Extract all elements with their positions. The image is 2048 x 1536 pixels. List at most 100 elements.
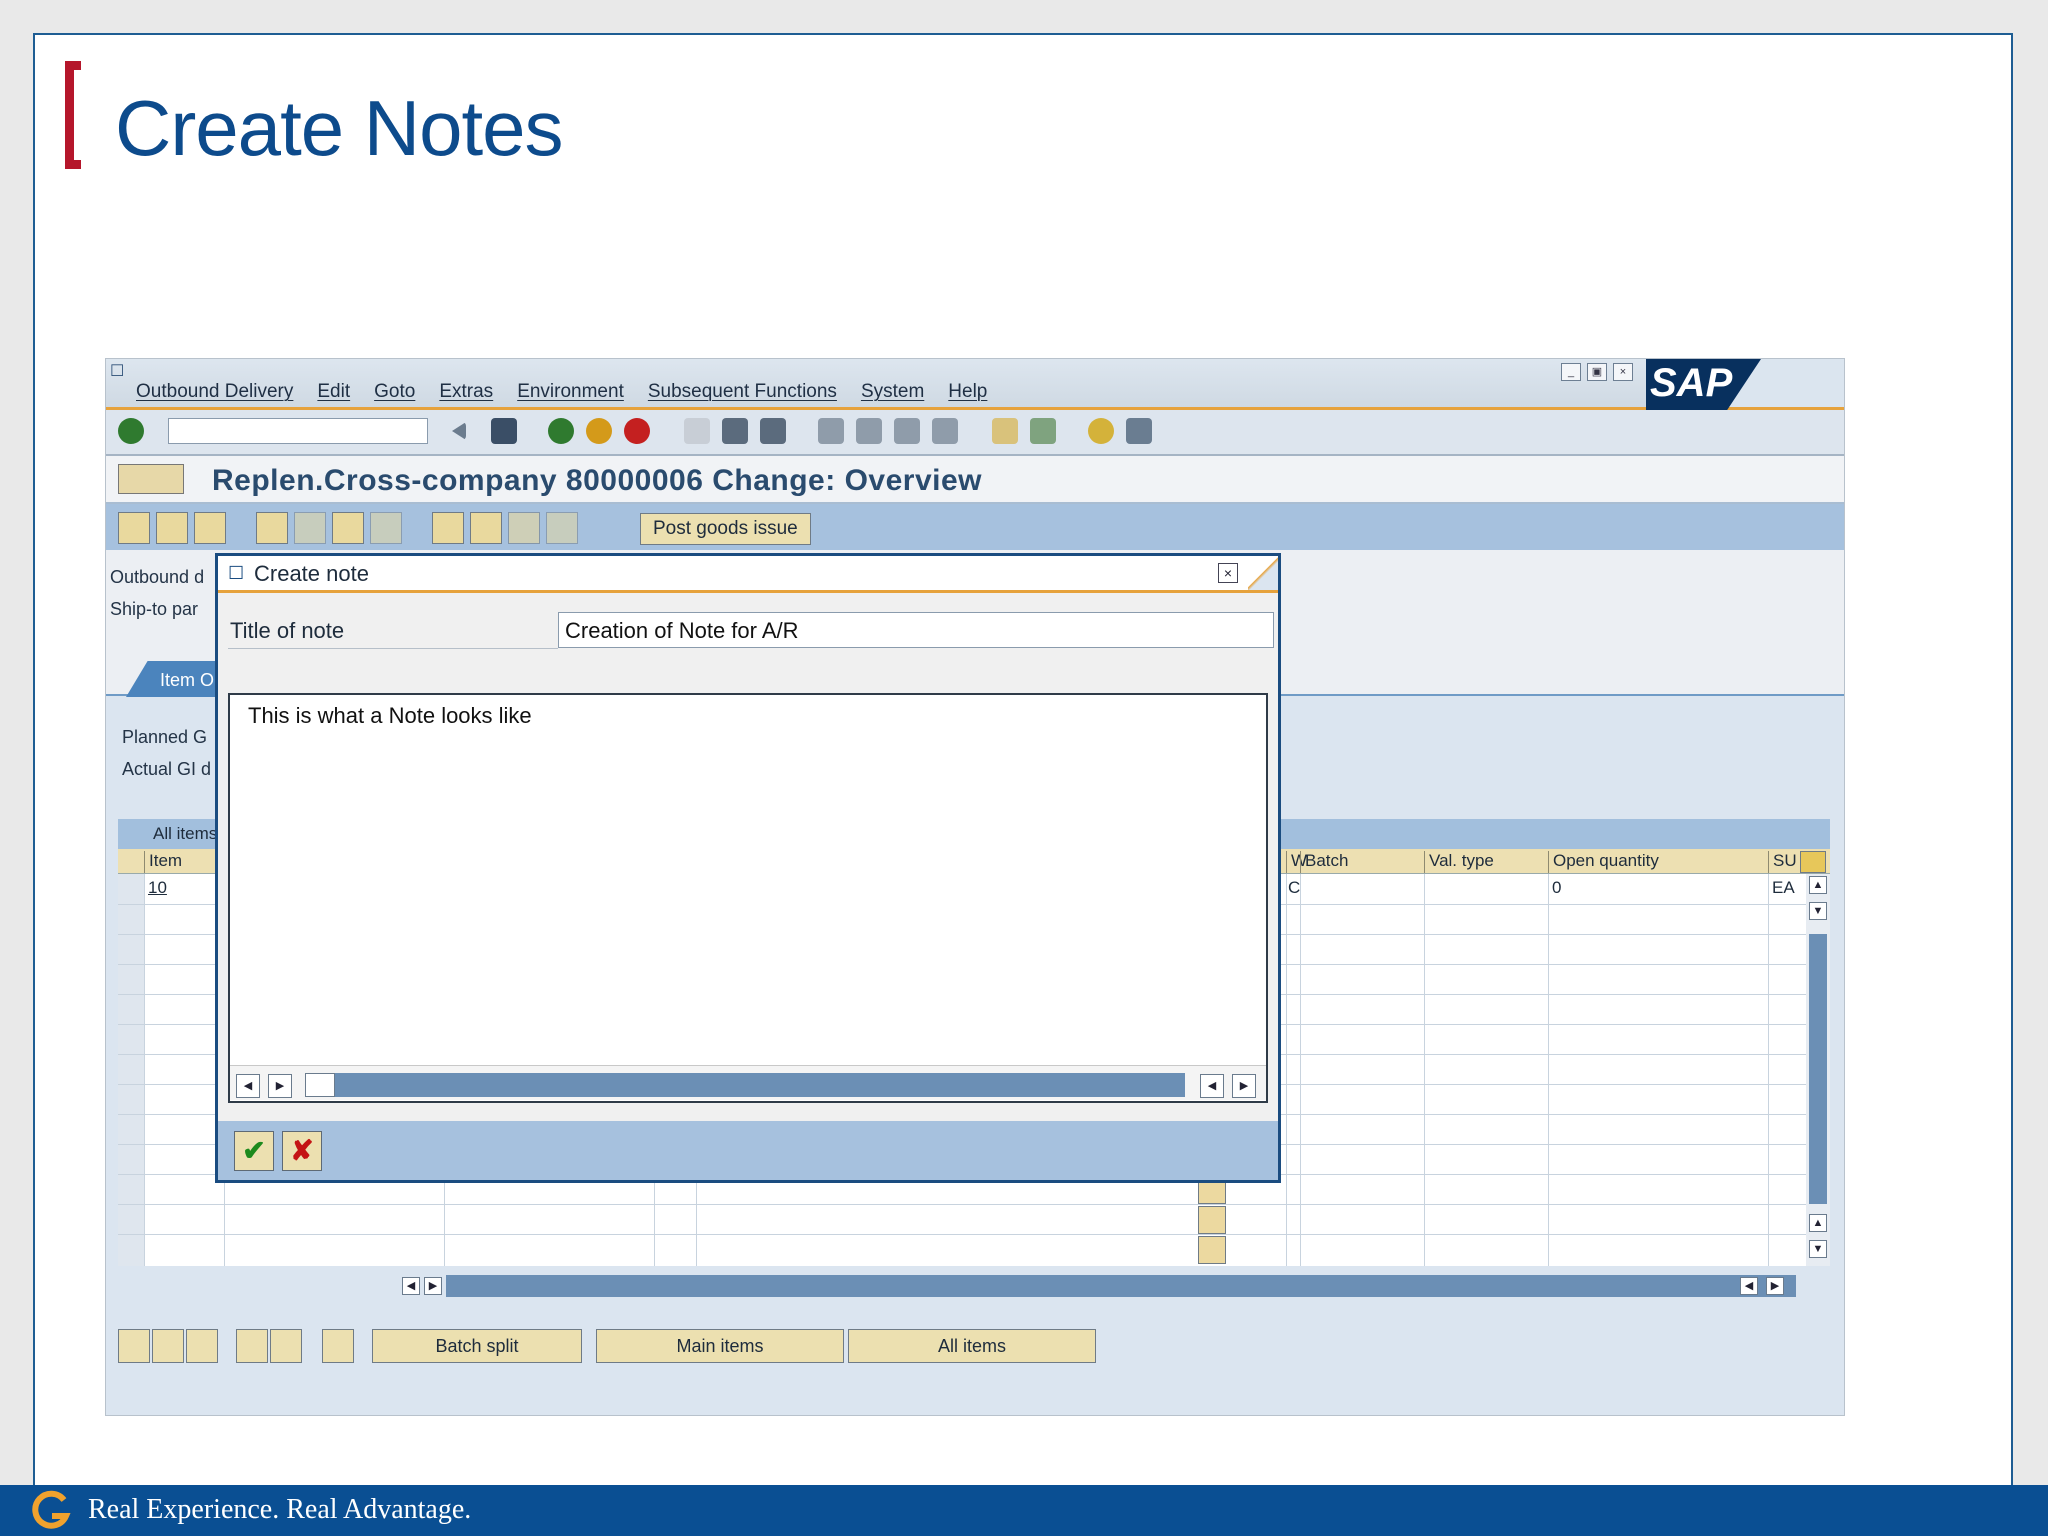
delete-icon[interactable] [194, 512, 226, 544]
minimize-icon[interactable]: _ [1561, 363, 1581, 381]
note-horizontal-scrollbar[interactable]: ◀ ▶ ◀ ▶ [230, 1065, 1266, 1100]
scroll-left-end-icon[interactable]: ◀ [1740, 1277, 1758, 1295]
menu-outbound-delivery[interactable]: Outbound Delivery [136, 381, 293, 403]
save-icon[interactable] [491, 418, 517, 444]
transport-icon[interactable] [332, 512, 364, 544]
dialog-title: Create note [254, 561, 369, 586]
insert-row-icon[interactable] [236, 1329, 268, 1363]
deselect-all-icon[interactable] [186, 1329, 218, 1363]
note-scroll-thumb[interactable] [305, 1073, 335, 1097]
display-change-icon[interactable] [118, 464, 184, 494]
back-arrow-icon[interactable] [452, 422, 466, 440]
scroll-down-icon[interactable]: ▼ [1809, 902, 1827, 920]
screen-title: Replen.Cross-company 80000006 Change: Ov… [212, 464, 982, 497]
screen-title-bar: Replen.Cross-company 80000006 Change: Ov… [106, 456, 1844, 505]
application-toolbar: Post goods issue [106, 504, 1844, 550]
post-goods-issue-button[interactable]: Post goods issue [640, 513, 811, 545]
note-scroll-left-icon[interactable]: ◀ [236, 1074, 260, 1098]
row-selector-column[interactable] [118, 874, 144, 1266]
menu-extras[interactable]: Extras [439, 381, 493, 403]
note-scroll-track[interactable] [305, 1073, 1185, 1097]
column-batch[interactable]: Batch [1300, 851, 1424, 873]
table-vertical-scrollbar[interactable]: ▲ ▼ ▲ ▼ [1806, 874, 1830, 1266]
menu-goto[interactable]: Goto [374, 381, 415, 403]
batch-split-button[interactable]: Batch split [372, 1329, 582, 1363]
batch-input-icon[interactable] [1198, 1206, 1226, 1234]
row1-su: EA [1772, 878, 1795, 897]
title-of-note-input[interactable]: Creation of Note for A/R [558, 612, 1274, 648]
close-icon[interactable]: × [1218, 563, 1238, 583]
scroll-thumb[interactable] [1809, 934, 1827, 1204]
find-next-icon[interactable] [760, 418, 786, 444]
enter-icon[interactable] [118, 418, 144, 444]
shortcut-icon[interactable] [1030, 418, 1056, 444]
last-page-icon[interactable] [932, 418, 958, 444]
packing-icon[interactable] [508, 512, 540, 544]
find-icon[interactable] [722, 418, 748, 444]
cancel-x-icon[interactable]: ✘ [282, 1131, 322, 1171]
scroll-right-end-icon[interactable]: ▶ [1766, 1277, 1784, 1295]
select-all-icon[interactable] [152, 1329, 184, 1363]
scroll-page-down-icon[interactable]: ▼ [1809, 1240, 1827, 1258]
command-field[interactable] [168, 418, 428, 444]
scroll-up-icon[interactable]: ▲ [1809, 876, 1827, 894]
item-details-icon[interactable] [294, 512, 326, 544]
edit-icon[interactable] [118, 512, 150, 544]
cancel-icon[interactable] [624, 418, 650, 444]
row1-w: C [1288, 878, 1301, 897]
batch-icon[interactable] [470, 512, 502, 544]
back-icon[interactable] [548, 418, 574, 444]
all-items-button[interactable]: All items [848, 1329, 1096, 1363]
exit-icon[interactable] [586, 418, 612, 444]
column-su[interactable]: SU [1768, 851, 1798, 873]
first-page-icon[interactable] [818, 418, 844, 444]
partner-icon[interactable] [370, 512, 402, 544]
column-val-type[interactable]: Val. type [1424, 851, 1548, 873]
note-body-text[interactable]: This is what a Note looks like [248, 703, 532, 729]
column-w[interactable]: W [1286, 851, 1307, 873]
close-window-icon[interactable]: × [1613, 363, 1633, 381]
row1-item[interactable]: 10 [148, 878, 167, 898]
scroll-left-icon[interactable]: ◀ [402, 1277, 420, 1295]
scroll-right-icon[interactable]: ▶ [424, 1277, 442, 1295]
next-page-icon[interactable] [894, 418, 920, 444]
batch-input-icon[interactable] [1198, 1236, 1226, 1264]
column-open-quantity[interactable]: Open quantity [1548, 851, 1768, 873]
note-scroll-right-icon[interactable]: ▶ [268, 1074, 292, 1098]
sap-logo: SAP [1646, 359, 1844, 411]
confirm-checkmark-icon[interactable]: ✔ [234, 1131, 274, 1171]
texts-icon[interactable] [546, 512, 578, 544]
picking-icon[interactable] [432, 512, 464, 544]
actual-gi-label: Actual GI d [122, 759, 212, 779]
menu-items: Outbound Delivery Edit Goto Extras Envir… [136, 381, 987, 403]
new-session-icon[interactable] [992, 418, 1018, 444]
note-scroll-left-end-icon[interactable]: ◀ [1200, 1074, 1224, 1098]
menu-edit[interactable]: Edit [317, 381, 350, 403]
help-icon[interactable] [1088, 418, 1114, 444]
note-scroll-right-end-icon[interactable]: ▶ [1232, 1074, 1256, 1098]
maximize-icon[interactable]: ▣ [1587, 363, 1607, 381]
company-logo-icon [32, 1490, 71, 1529]
delete-row-icon[interactable] [270, 1329, 302, 1363]
print-icon[interactable] [684, 418, 710, 444]
menu-environment[interactable]: Environment [517, 381, 624, 403]
dialog-title-bar: ☐ Create note × [218, 556, 1278, 593]
layout-menu-icon[interactable] [1126, 418, 1152, 444]
table-horizontal-scrollbar[interactable] [446, 1275, 1796, 1297]
menu-subsequent-functions[interactable]: Subsequent Functions [648, 381, 837, 403]
create-icon[interactable] [156, 512, 188, 544]
scroll-page-up-icon[interactable]: ▲ [1809, 1214, 1827, 1232]
standard-toolbar [106, 410, 1844, 456]
planned-gi-label: Planned G [122, 727, 208, 747]
column-item[interactable]: Item [144, 851, 224, 873]
sort-icon[interactable] [322, 1329, 354, 1363]
menu-system[interactable]: System [861, 381, 924, 403]
header-details-icon[interactable] [256, 512, 288, 544]
main-items-button[interactable]: Main items [596, 1329, 844, 1363]
window-menu-icon[interactable]: ☐ [110, 361, 124, 381]
previous-page-icon[interactable] [856, 418, 882, 444]
menu-help[interactable]: Help [948, 381, 987, 403]
details-icon[interactable] [118, 1329, 150, 1363]
note-text-editor[interactable]: This is what a Note looks like ◀ ▶ ◀ ▶ [228, 693, 1268, 1103]
table-settings-icon[interactable] [1800, 851, 1826, 873]
